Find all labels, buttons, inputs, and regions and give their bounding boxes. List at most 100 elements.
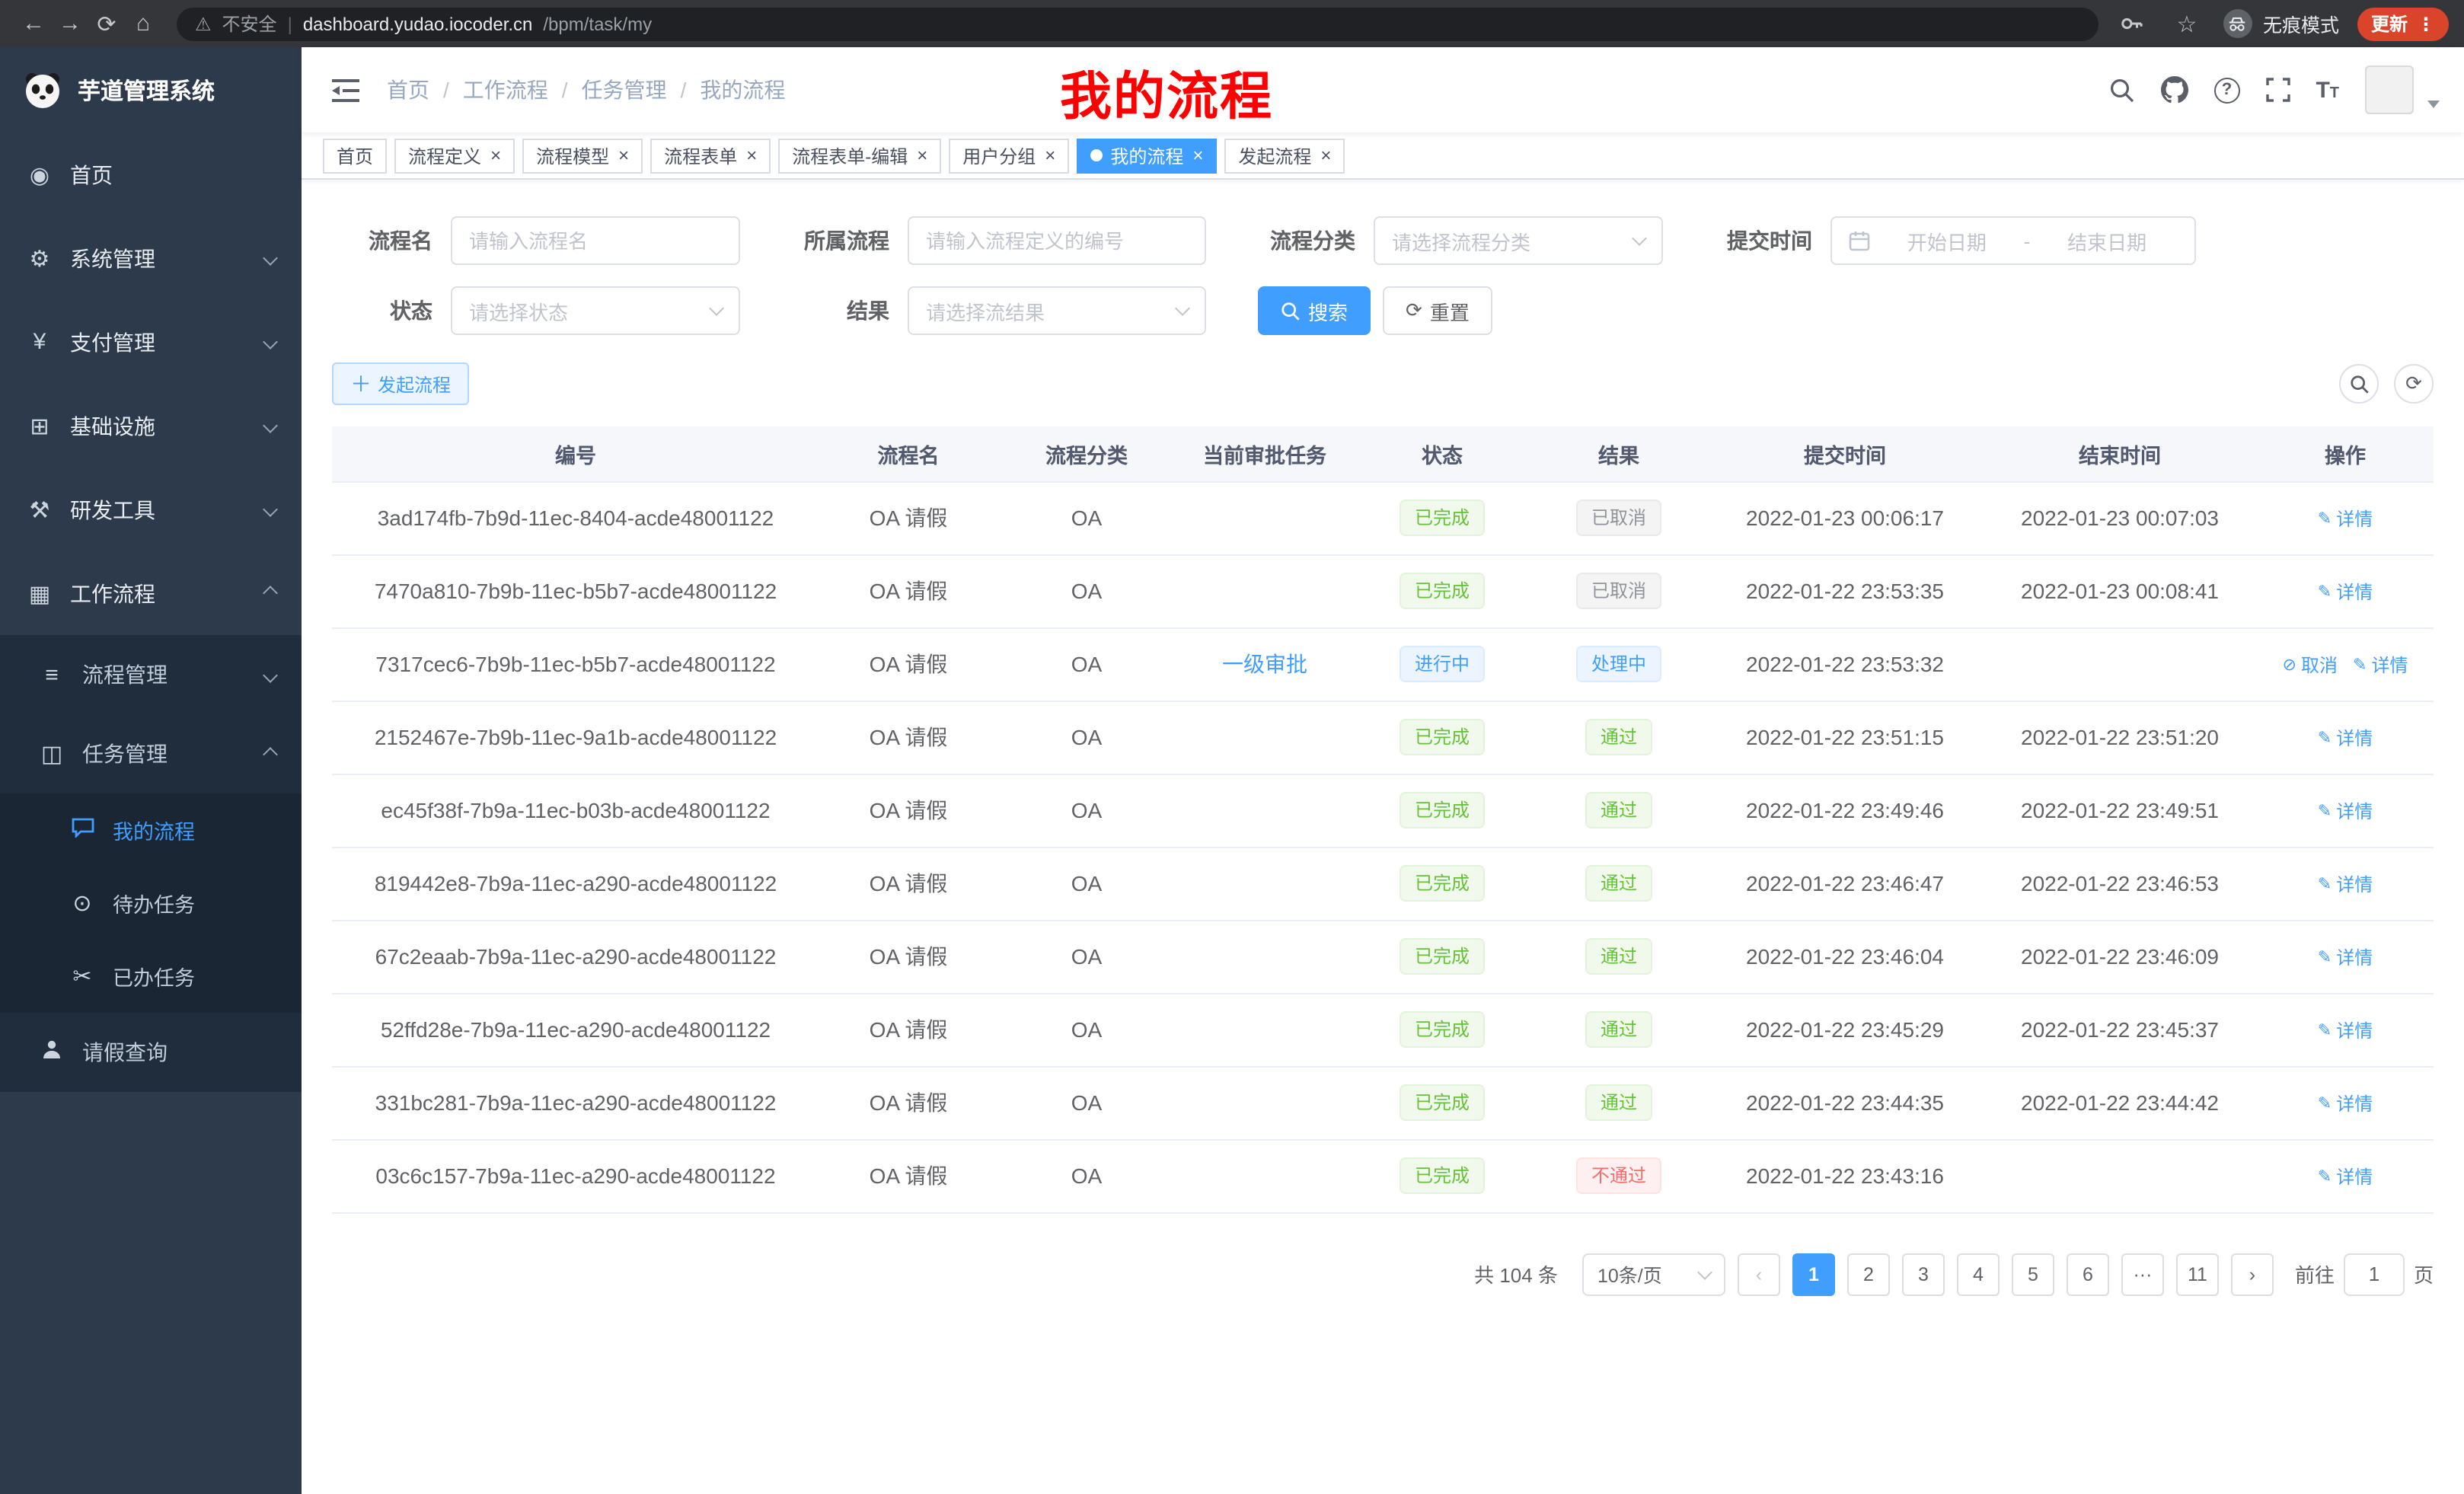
reset-button[interactable]: ⟳ 重置	[1383, 286, 1492, 335]
sidebar-item-todo-tasks[interactable]: ⊙ 待办任务	[0, 867, 302, 940]
chevron-up-icon	[263, 586, 278, 601]
edit-icon: ✎	[2318, 1093, 2332, 1113]
tab-process-form[interactable]: 流程表单×	[650, 138, 771, 173]
detail-link[interactable]: ✎详情	[2318, 1017, 2373, 1043]
address-bar[interactable]: ⚠ 不安全 | dashboard.yudao.iocoder.cn/bpm/t…	[177, 7, 2099, 40]
edit-icon: ✎	[2318, 947, 2332, 967]
column-header-end-time: 结束时间	[1983, 426, 2257, 481]
browser-forward-icon[interactable]: →	[52, 5, 88, 42]
page-content: 流程名 所属流程 流程分类 请选择流程分类	[302, 180, 2464, 1494]
sidebar-item-devtools[interactable]: ⚒ 研发工具	[0, 468, 302, 551]
prev-page-button[interactable]: ‹	[1738, 1253, 1780, 1295]
tab-process-form-edit[interactable]: 流程表单-编辑×	[778, 138, 941, 173]
page-button[interactable]: 11	[2176, 1253, 2219, 1295]
browser-refresh-icon[interactable]: ⟳	[88, 5, 125, 42]
goto-page-input[interactable]	[2344, 1253, 2405, 1295]
bookmark-star-icon[interactable]: ☆	[2169, 5, 2205, 42]
page-button[interactable]: 4	[1957, 1253, 2000, 1295]
sidebar-item-process-management[interactable]: ≡ 流程管理	[0, 635, 302, 714]
close-icon[interactable]: ×	[917, 146, 927, 164]
fullscreen-icon[interactable]	[2265, 78, 2290, 102]
sidebar-toggle-icon[interactable]	[326, 72, 365, 107]
tab-my-process[interactable]: 我的流程×	[1077, 138, 1217, 173]
breadcrumb: 首页 / 工作流程 / 任务管理 / 我的流程	[387, 75, 785, 105]
detail-link[interactable]: ✎详情	[2318, 871, 2373, 897]
app-logo: 芋道管理系统	[0, 47, 302, 132]
cancel-link[interactable]: ⊘取消	[2283, 652, 2338, 678]
close-icon[interactable]: ×	[1192, 146, 1203, 164]
toggle-search-button[interactable]	[2339, 364, 2379, 404]
plus-icon: ＋	[350, 373, 372, 394]
breadcrumb-home[interactable]: 首页	[387, 75, 429, 105]
detail-link[interactable]: ✎详情	[2318, 579, 2373, 605]
current-task-link[interactable]: 一级审批	[1222, 652, 1307, 676]
refresh-table-button[interactable]: ⟳	[2394, 364, 2434, 404]
page-button[interactable]: 5	[2012, 1253, 2054, 1295]
sidebar-item-done-tasks[interactable]: ✂ 已办任务	[0, 940, 302, 1013]
search-icon	[2349, 374, 2369, 394]
sidebar-item-leave-query[interactable]: 请假查询	[0, 1013, 302, 1092]
tab-user-group[interactable]: 用户分组×	[949, 138, 1069, 173]
detail-link[interactable]: ✎详情	[2318, 798, 2373, 824]
more-pages-button[interactable]: ···	[2121, 1253, 2164, 1295]
detail-link[interactable]: ✎详情	[2318, 1164, 2373, 1189]
tab-start-process[interactable]: 发起流程×	[1224, 138, 1345, 173]
tab-home[interactable]: 首页	[323, 138, 387, 173]
status-select[interactable]: 请选择状态	[451, 286, 740, 335]
font-size-icon[interactable]: TT	[2316, 78, 2339, 101]
search-button[interactable]: 搜索	[1258, 286, 1371, 335]
next-page-button[interactable]: ›	[2231, 1253, 2274, 1295]
sidebar-item-payment[interactable]: ¥ 支付管理	[0, 300, 302, 384]
column-header-actions: 操作	[2257, 426, 2434, 481]
tab-process-definition[interactable]: 流程定义×	[394, 138, 515, 173]
edit-icon: ✎	[2318, 582, 2332, 602]
page-button[interactable]: 3	[1902, 1253, 1945, 1295]
search-icon[interactable]	[2108, 77, 2134, 103]
edit-icon: ✎	[2318, 509, 2332, 528]
breadcrumb-task-management[interactable]: 任务管理	[582, 75, 667, 105]
person-icon	[38, 1039, 65, 1066]
sidebar-item-home[interactable]: ◉ 首页	[0, 132, 302, 216]
breadcrumb-workflow[interactable]: 工作流程	[463, 75, 548, 105]
end-date-placeholder[interactable]: 结束日期	[2036, 226, 2178, 255]
detail-link[interactable]: ✎详情	[2318, 1090, 2373, 1116]
start-process-button[interactable]: ＋ 发起流程	[332, 362, 469, 405]
sidebar-item-task-management[interactable]: ◫ 任务管理	[0, 714, 302, 793]
page-button[interactable]: 2	[1847, 1253, 1890, 1295]
detail-link[interactable]: ✎详情	[2318, 725, 2373, 751]
process-name-input[interactable]	[451, 216, 740, 265]
detail-link[interactable]: ✎详情	[2353, 652, 2408, 678]
page-button[interactable]: 1	[1792, 1253, 1835, 1295]
tab-process-model[interactable]: 流程模型×	[522, 138, 643, 173]
avatar-caret-icon[interactable]	[2427, 100, 2440, 107]
incognito-profile[interactable]: 无痕模式	[2223, 9, 2339, 38]
omnibox-divider: |	[288, 13, 292, 34]
sidebar-item-my-process[interactable]: 我的流程	[0, 793, 302, 867]
close-icon[interactable]: ×	[1045, 146, 1055, 164]
github-icon[interactable]	[2160, 76, 2188, 104]
sidebar-item-infrastructure[interactable]: ⊞ 基础设施	[0, 384, 302, 468]
sidebar-item-system[interactable]: ⚙ 系统管理	[0, 216, 302, 300]
sidebar-item-workflow[interactable]: ▦ 工作流程	[0, 551, 302, 635]
process-def-input[interactable]	[908, 216, 1206, 265]
help-icon[interactable]: ?	[2213, 77, 2239, 103]
browser-home-icon[interactable]: ⌂	[125, 5, 161, 42]
submit-time-range-picker[interactable]: 开始日期 - 结束日期	[1830, 216, 2196, 265]
password-key-icon[interactable]	[2114, 5, 2150, 42]
browser-update-button[interactable]: 更新 ⋮	[2357, 7, 2449, 40]
close-icon[interactable]: ×	[746, 146, 757, 164]
page-button[interactable]: 6	[2067, 1253, 2109, 1295]
result-select[interactable]: 请选择流结果	[908, 286, 1206, 335]
detail-link[interactable]: ✎详情	[2318, 506, 2373, 532]
close-icon[interactable]: ×	[1320, 146, 1331, 164]
start-date-placeholder[interactable]: 开始日期	[1876, 226, 2018, 255]
user-avatar[interactable]	[2365, 65, 2414, 114]
chevron-down-icon	[709, 301, 724, 316]
page-size-select[interactable]: 10条/页	[1582, 1253, 1725, 1295]
category-select[interactable]: 请选择流程分类	[1374, 216, 1663, 265]
browser-back-icon[interactable]: ←	[15, 5, 52, 42]
detail-link[interactable]: ✎详情	[2318, 944, 2373, 970]
close-icon[interactable]: ×	[490, 146, 501, 164]
close-icon[interactable]: ×	[618, 146, 629, 164]
result-badge: 通过	[1585, 938, 1652, 975]
